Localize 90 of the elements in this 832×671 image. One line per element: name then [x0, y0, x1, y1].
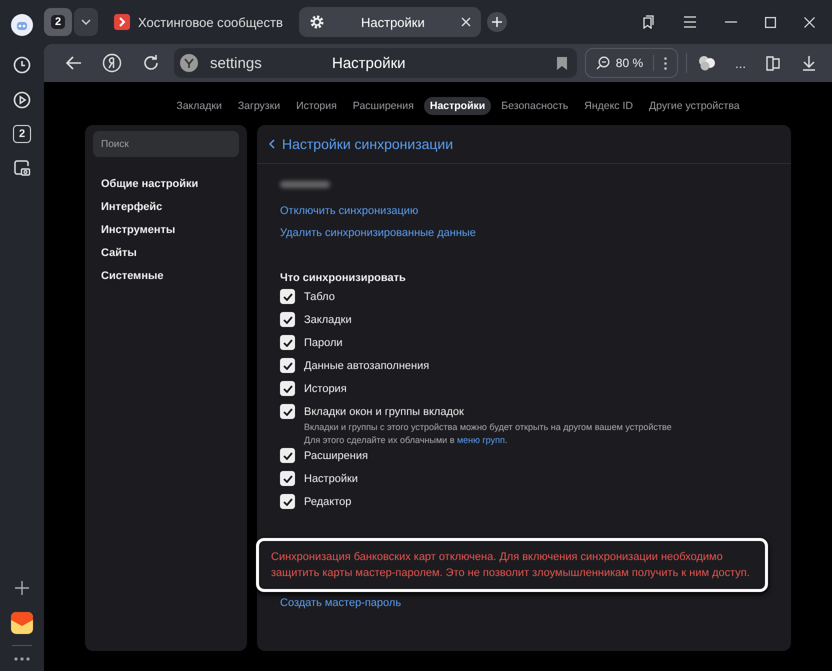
checkbox[interactable] [280, 404, 295, 419]
browser-tab[interactable]: Хостинговое сообществ [104, 7, 293, 37]
play-icon[interactable] [12, 90, 32, 110]
back-chevron-icon[interactable] [269, 139, 275, 149]
search-field[interactable]: Поиск [93, 131, 239, 157]
extension-blobs-icon[interactable] [697, 54, 718, 72]
option-label: Табло [304, 290, 335, 305]
settings-nav-tab[interactable]: Настройки [424, 97, 492, 115]
section-title: Что синхронизировать [280, 272, 406, 284]
checkbox[interactable] [280, 289, 295, 304]
checkbox[interactable] [280, 494, 295, 509]
settings-menu-item[interactable]: Общие настройки [93, 173, 239, 196]
checkbox[interactable] [280, 335, 295, 350]
panel-title: Настройки синхронизации [282, 136, 454, 152]
check-icon [282, 292, 292, 300]
option-label: Настройки [304, 472, 358, 487]
option-label: Пароли [304, 336, 343, 351]
add-icon[interactable] [13, 579, 31, 597]
back-arrow-icon[interactable] [66, 56, 82, 70]
settings-menu-item[interactable]: Системные [93, 265, 239, 288]
check-icon [282, 384, 292, 392]
check-icon [282, 408, 292, 416]
url-text: settings [210, 54, 263, 72]
settings-nav-tab[interactable]: Безопасность [495, 97, 574, 115]
check-icon [282, 338, 292, 346]
zoom-search-icon [596, 56, 610, 70]
option-description: Вкладки и группы с этого устройства можно будет открыть на другом вашем устройстве [304, 421, 672, 434]
checkbox[interactable] [280, 358, 295, 373]
link[interactable]: Удалить синхронизированные данные [280, 222, 476, 244]
checkbox[interactable] [280, 381, 295, 396]
address-bar[interactable]: settings Настройки [174, 48, 577, 78]
bookmarks-panel-icon[interactable] [641, 15, 655, 29]
option-note: Для этого сделайте их облачными в меню групп. [304, 434, 508, 447]
site-shield-icon [180, 54, 198, 72]
close-icon[interactable] [804, 16, 815, 28]
download-icon[interactable] [802, 55, 816, 71]
menu-link[interactable]: меню групп [456, 435, 505, 445]
bookmark-icon[interactable] [556, 56, 567, 70]
site-logo-icon [114, 14, 130, 30]
check-icon [282, 316, 292, 324]
clipboard-icon[interactable] [764, 54, 782, 72]
settings-menu-item[interactable]: Интерфейс [93, 196, 239, 219]
tab-group-button[interactable]: 2 [44, 8, 72, 36]
option-label: Данные автозаполнения [304, 359, 430, 374]
create-password-link[interactable]: Создать мастер-пароль [280, 592, 402, 614]
settings-menu-item[interactable]: Инструменты [93, 219, 239, 242]
settings-nav-tab[interactable]: Закладки [170, 97, 228, 115]
mail-app-icon[interactable] [11, 612, 33, 634]
yandex-circle-icon[interactable] [102, 53, 122, 73]
more-dots-icon[interactable] [14, 657, 30, 661]
option-label: Вкладки окон и группы вкладок [304, 405, 464, 420]
page-title: Настройки [332, 54, 406, 72]
settings-nav-tab[interactable]: Расширения [346, 97, 420, 115]
checkbox[interactable] [280, 312, 295, 327]
tab-count-button[interactable]: 2 [13, 125, 31, 143]
link[interactable]: Отключить синхронизацию [280, 200, 418, 222]
settings-nav-tab[interactable]: Другие устройства [642, 97, 746, 115]
tab-group-dropdown[interactable] [74, 8, 98, 36]
checkbox[interactable] [280, 448, 295, 463]
new-tab-button[interactable] [486, 12, 507, 32]
close-icon[interactable] [460, 17, 471, 27]
gear-icon [308, 14, 325, 30]
blurred-account-name [280, 181, 330, 188]
warning-message: Синхронизация банковских карт отключена. Для включения синхронизации необходимо защитить карты мастер-паролем. Это не позволит злоумышленникам получить к ним доступ. [271, 550, 751, 581]
option-label: Расширения [304, 449, 368, 464]
check-icon [282, 474, 292, 482]
more-extensions-button[interactable]: ... [735, 56, 746, 70]
settings-nav-tab[interactable]: Загрузки [232, 97, 286, 115]
menu-icon[interactable] [683, 16, 697, 28]
screenshot-camera-icon[interactable] [12, 158, 32, 178]
check-icon [282, 362, 292, 370]
chevron-down-icon [81, 19, 91, 25]
check-icon [282, 452, 292, 460]
checkbox[interactable] [280, 471, 295, 486]
settings-menu-item[interactable]: Сайты [93, 242, 239, 265]
plus-icon [492, 17, 502, 27]
settings-nav-tab[interactable]: История [290, 97, 343, 115]
option-label: Редактор [304, 495, 352, 510]
option-label: История [304, 382, 347, 397]
minimize-icon[interactable] [725, 21, 737, 23]
check-icon [282, 498, 292, 506]
browser-tab[interactable]: Настройки [298, 7, 481, 37]
maximize-icon[interactable] [765, 16, 776, 28]
profile-avatar-icon[interactable] [11, 14, 33, 36]
more-vertical-icon[interactable] [664, 56, 668, 70]
settings-nav-tab[interactable]: Яндекс ID [578, 97, 639, 115]
option-label: Закладки [304, 313, 352, 328]
reload-icon[interactable] [142, 54, 160, 72]
zoom-control[interactable]: 80 % [584, 48, 678, 78]
history-clock-icon[interactable] [12, 55, 32, 75]
